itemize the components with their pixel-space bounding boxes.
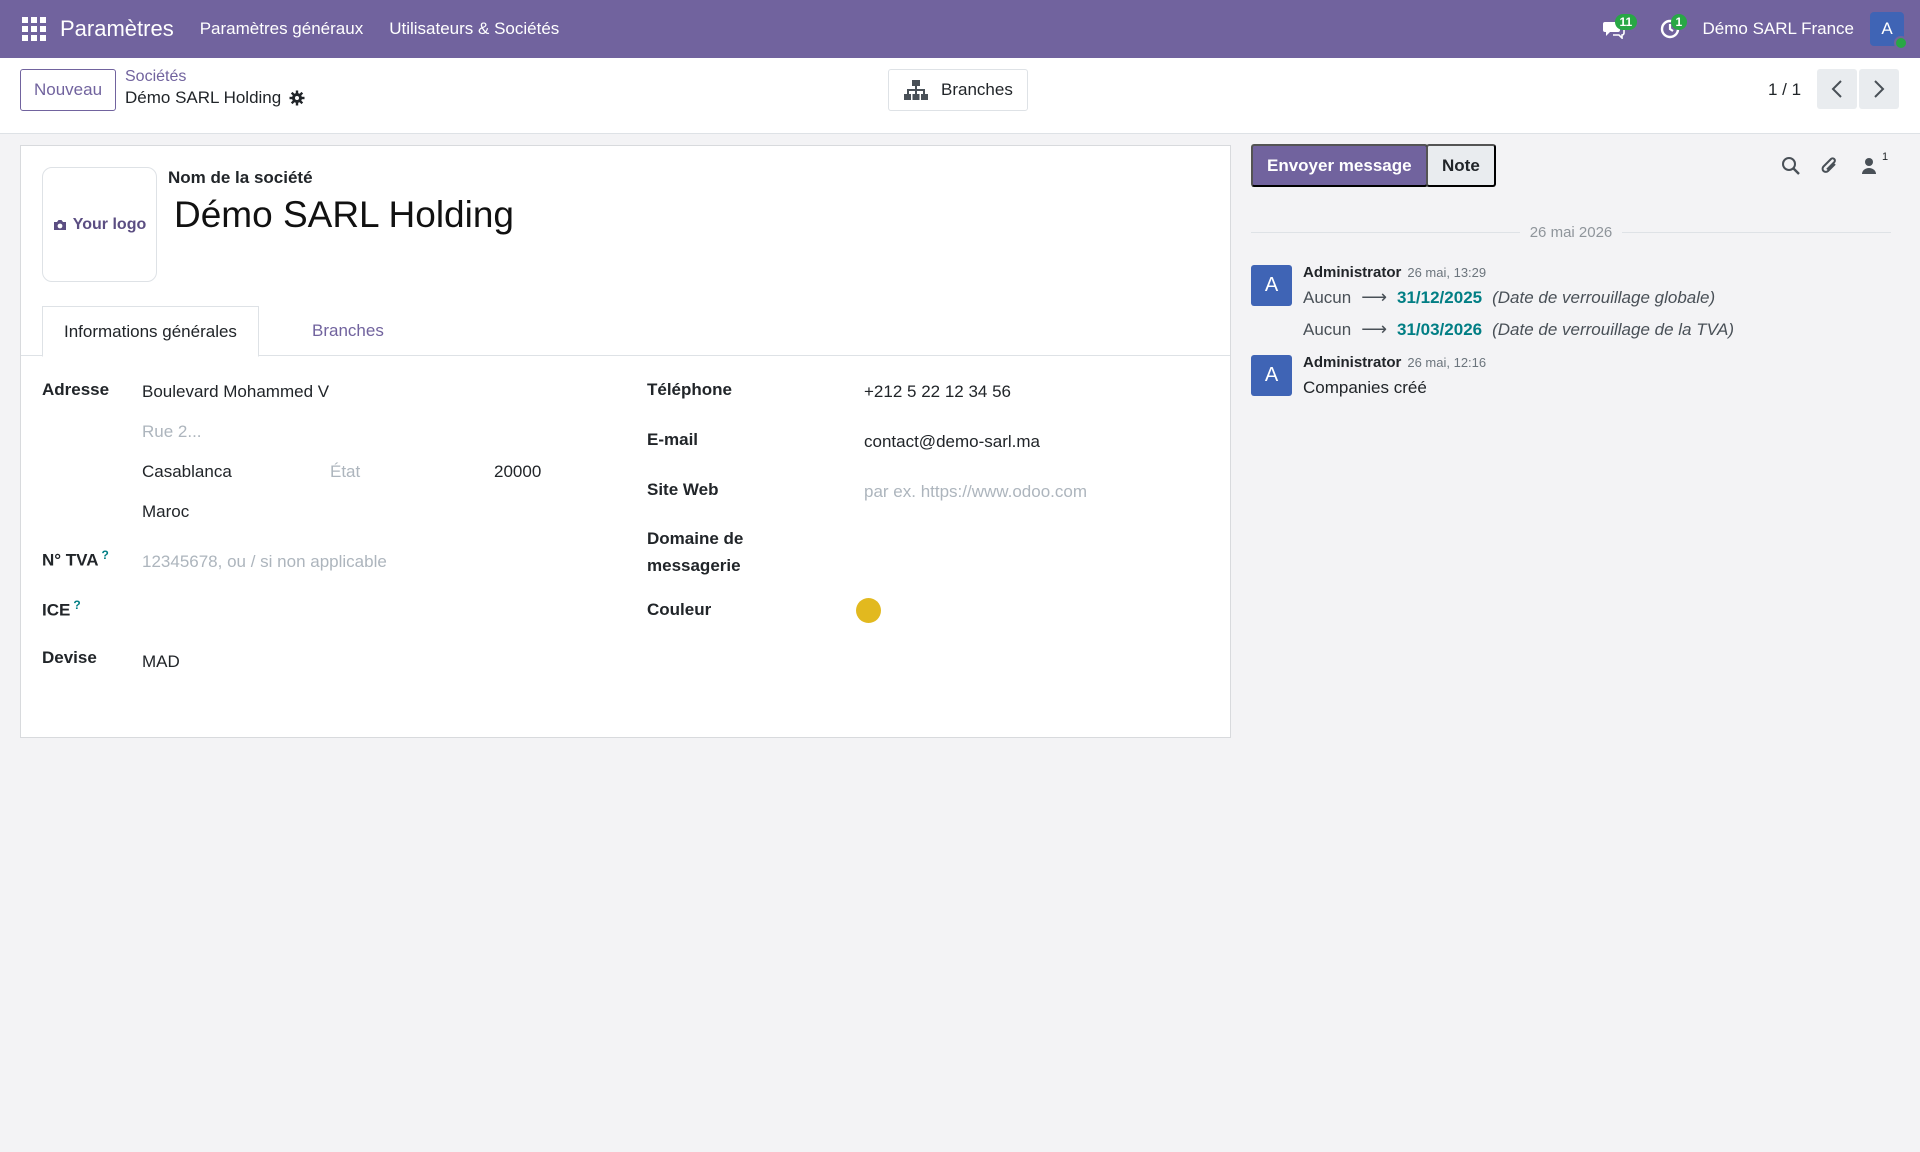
form-sheet: Your logo Nom de la société Démo SARL Ho… — [20, 145, 1231, 738]
logo-placeholder-text: Your logo — [72, 215, 147, 233]
tracking-value-line: Aucun ⟶ 31/12/2025 (Date de verrouillage… — [1303, 287, 1715, 308]
gear-icon[interactable] — [289, 90, 305, 106]
activity-menu[interactable]: 1 — [1655, 14, 1688, 44]
attachments-button[interactable] — [1817, 153, 1843, 179]
search-icon — [1782, 157, 1800, 175]
breadcrumb-parent[interactable]: Sociétés — [125, 68, 186, 86]
tracking-field-name: (Date de verrouillage globale) — [1492, 287, 1716, 307]
mail-domain-label-line2: messagerie — [647, 556, 741, 575]
pager-value[interactable]: 1 / 1 — [1768, 80, 1801, 100]
phone-input[interactable]: +212 5 22 12 34 56 — [864, 382, 1011, 402]
branches-smart-button[interactable]: Branches — [888, 69, 1028, 111]
followers-count: 1 — [1882, 151, 1889, 163]
search-messages-button[interactable] — [1778, 153, 1804, 179]
zip-input[interactable]: 20000 — [494, 462, 541, 482]
tracking-old-value: Aucun — [1303, 287, 1352, 307]
message-author-name[interactable]: Administrator — [1303, 354, 1401, 371]
tracking-old-value: Aucun — [1303, 319, 1352, 339]
message-author: Administrator 26 mai, 13:29 — [1303, 264, 1486, 281]
date-separator: 26 mai 2026 — [1251, 222, 1891, 242]
website-input[interactable]: par ex. https://www.odoo.com — [864, 482, 1087, 502]
email-input[interactable]: contact@demo-sarl.ma — [864, 432, 1040, 452]
log-note-button[interactable]: Note — [1426, 144, 1496, 187]
tracking-field-name: (Date de verrouillage de la TVA) — [1492, 319, 1735, 339]
message-author-avatar[interactable]: A — [1251, 265, 1292, 306]
website-label: Site Web — [647, 480, 719, 499]
message-time: 26 mai, 12:16 — [1407, 355, 1487, 370]
camera-icon — [53, 219, 66, 230]
sitemap-icon — [904, 80, 928, 100]
presence-indicator — [1894, 36, 1908, 50]
ice-help-tooltip[interactable]: ? — [73, 598, 80, 612]
city-input[interactable]: Casablanca — [142, 462, 232, 482]
ice-label: ICE? — [42, 598, 81, 621]
company-name-label: Nom de la société — [168, 168, 313, 187]
chevron-left-icon — [1831, 80, 1842, 98]
company-logo-upload[interactable]: Your logo — [42, 167, 157, 282]
send-message-button[interactable]: Envoyer message — [1251, 144, 1428, 187]
mail-domain-label-line1: Domaine de — [647, 529, 744, 548]
followers-button[interactable] — [1856, 153, 1882, 179]
notebook-tabs: Informations générales Branches — [21, 306, 1230, 357]
messaging-menu[interactable]: 11 — [1599, 14, 1638, 44]
address-label: Adresse — [42, 380, 110, 399]
vat-input[interactable]: 12345678, ou / si non applicable — [142, 552, 387, 572]
user-avatar[interactable]: A — [1870, 12, 1908, 50]
vat-label-text: N° TVA — [42, 550, 99, 570]
currency-label: Devise — [42, 648, 97, 667]
color-label: Couleur — [647, 600, 712, 619]
tab-general-information[interactable]: Informations générales — [42, 306, 259, 357]
message-body-text: Companies créé — [1303, 378, 1427, 397]
street2-input[interactable]: Rue 2... — [142, 422, 202, 442]
branches-button-label: Branches — [941, 80, 1013, 99]
paperclip-icon — [1821, 157, 1836, 173]
navbar-systray: 11 1 Démo SARL France A — [1599, 0, 1920, 58]
top-navbar: Paramètres Paramètres généraux Utilisate… — [0, 0, 1920, 58]
state-select[interactable]: État — [330, 462, 360, 482]
tab-branches[interactable]: Branches — [291, 306, 405, 356]
tracking-value-line: Aucun ⟶ 31/03/2026 (Date de verrouillage… — [1303, 319, 1734, 340]
arrow-right-icon: ⟶ — [1361, 319, 1388, 339]
ice-label-text: ICE — [42, 600, 71, 620]
breadcrumb-current: Démo SARL Holding — [125, 88, 305, 108]
street-input[interactable]: Boulevard Mohammed V — [142, 382, 329, 402]
arrow-right-icon: ⟶ — [1361, 287, 1388, 307]
app-name[interactable]: Paramètres — [60, 16, 174, 42]
message-author-name[interactable]: Administrator — [1303, 264, 1401, 281]
tracking-new-value: 31/03/2026 — [1397, 319, 1483, 339]
email-label: E-mail — [647, 430, 699, 449]
app-grid-icon[interactable] — [22, 17, 46, 41]
pager-next-button[interactable] — [1859, 69, 1899, 109]
company-switcher[interactable]: Démo SARL France — [1703, 19, 1854, 39]
messages-badge: 11 — [1614, 14, 1638, 30]
company-name-input[interactable]: Démo SARL Holding — [174, 194, 514, 236]
menu-users-companies[interactable]: Utilisateurs & Sociétés — [389, 19, 559, 39]
avatar-initial: A — [1881, 19, 1893, 38]
vat-help-tooltip[interactable]: ? — [102, 548, 109, 562]
currency-select[interactable]: MAD — [142, 652, 180, 672]
message-body: Companies créé — [1303, 378, 1427, 398]
phone-label: Téléphone — [647, 380, 733, 399]
breadcrumb-current-label: Démo SARL Holding — [125, 88, 282, 107]
menu-general-settings[interactable]: Paramètres généraux — [200, 19, 363, 39]
vat-label: N° TVA? — [42, 548, 109, 571]
message-author-avatar[interactable]: A — [1251, 355, 1292, 396]
tracking-new-value: 31/12/2025 — [1397, 287, 1483, 307]
message-author: Administrator 26 mai, 12:16 — [1303, 354, 1486, 371]
control-panel: Nouveau Sociétés Démo SARL Holding Branc… — [0, 58, 1920, 134]
chevron-right-icon — [1874, 80, 1885, 98]
user-icon — [1862, 158, 1876, 174]
date-separator-label: 26 mai 2026 — [1529, 223, 1613, 241]
country-select[interactable]: Maroc — [142, 502, 189, 522]
message-time: 26 mai, 13:29 — [1407, 265, 1487, 280]
new-button[interactable]: Nouveau — [20, 69, 117, 111]
pager-previous-button[interactable] — [1817, 69, 1857, 109]
color-picker[interactable] — [856, 598, 881, 623]
activities-badge: 1 — [1670, 14, 1688, 30]
